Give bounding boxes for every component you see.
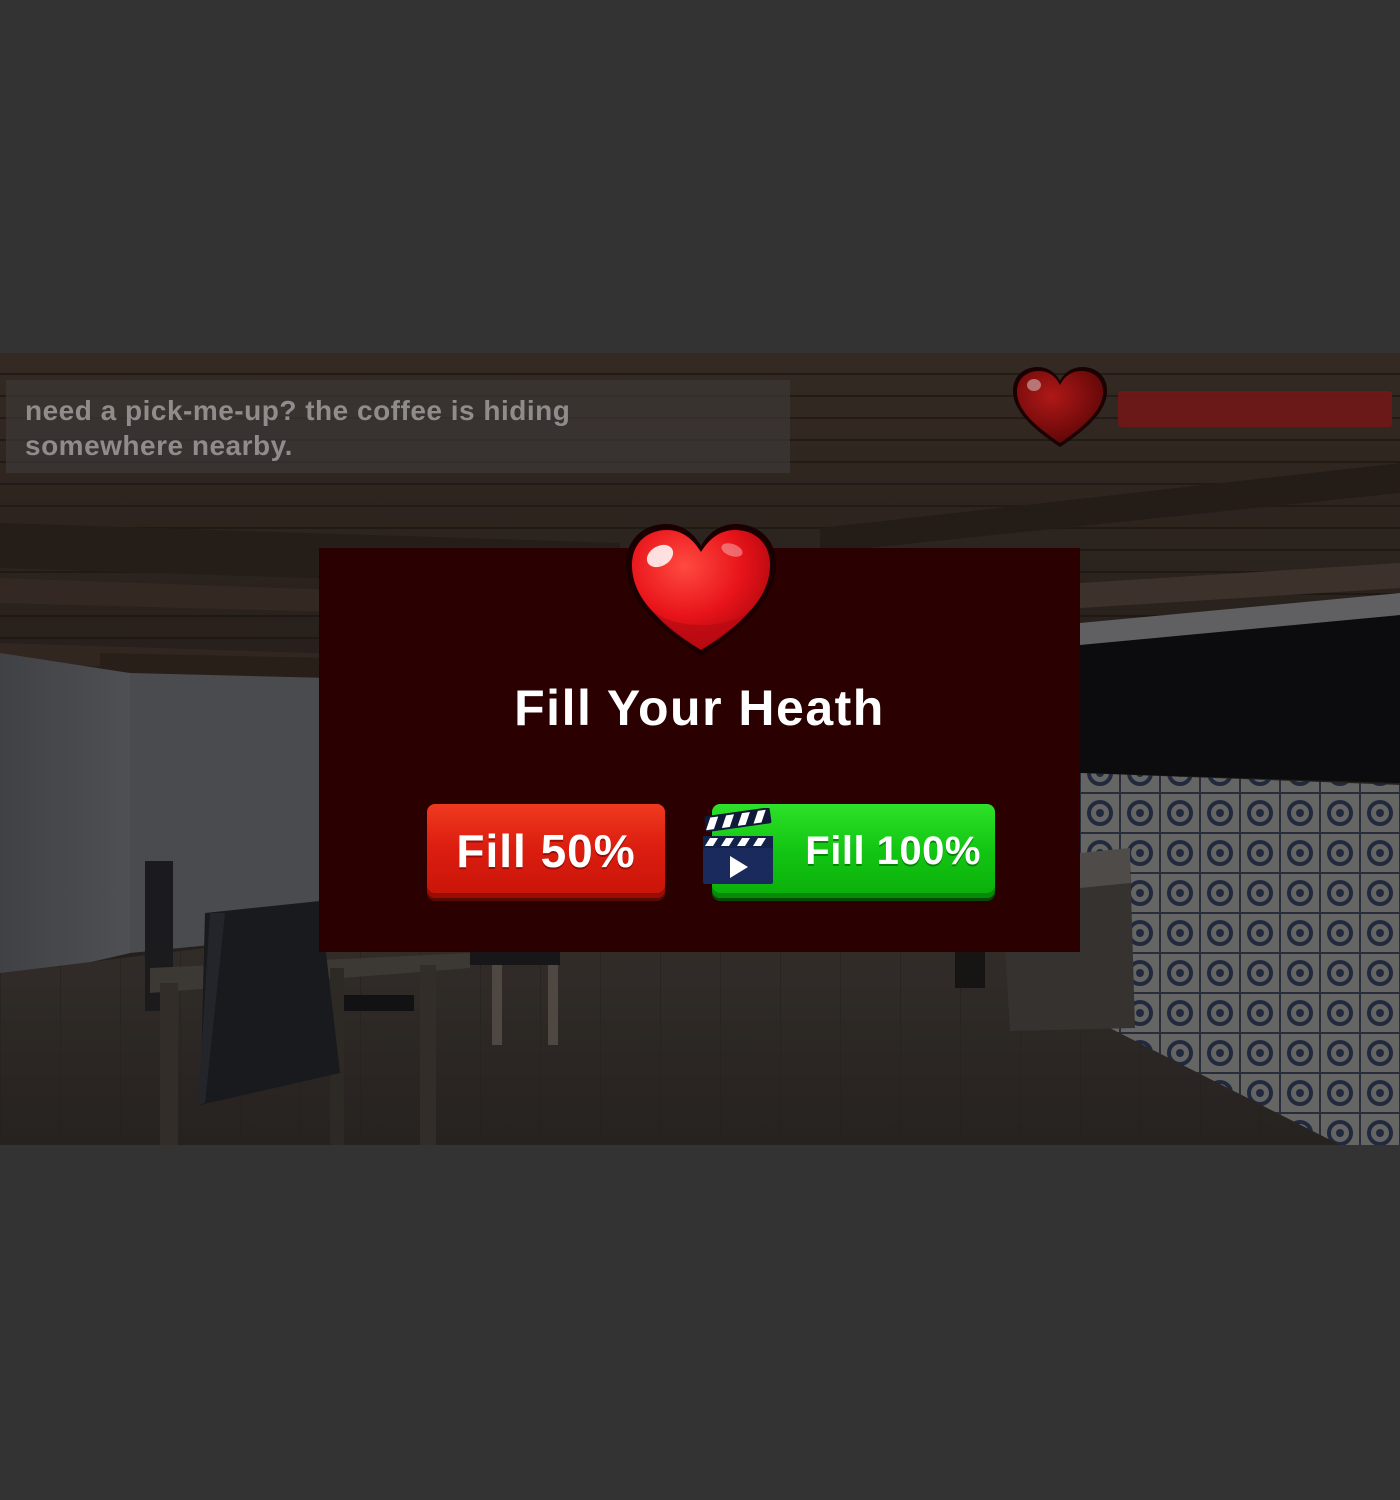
heart-icon bbox=[625, 524, 777, 656]
fill-50-button[interactable]: Fill 50% bbox=[427, 804, 665, 898]
video-ad-icon bbox=[703, 808, 773, 884]
popup-title: Fill Your Heath bbox=[514, 680, 885, 736]
heart-icon bbox=[1012, 367, 1108, 447]
health-bar-fill bbox=[1118, 391, 1392, 427]
screen: need a pick-me-up? the coffee is hiding … bbox=[0, 0, 1400, 1500]
fill-100-label: Fill 100% bbox=[805, 828, 981, 873]
hint-line-1: need a pick-me-up? the coffee is hiding bbox=[25, 395, 571, 426]
hint-line-2: somewhere nearby. bbox=[25, 430, 293, 461]
fill-50-label: Fill 50% bbox=[456, 825, 636, 877]
hint-box: need a pick-me-up? the coffee is hiding … bbox=[6, 380, 790, 473]
health-bar bbox=[1118, 391, 1392, 427]
